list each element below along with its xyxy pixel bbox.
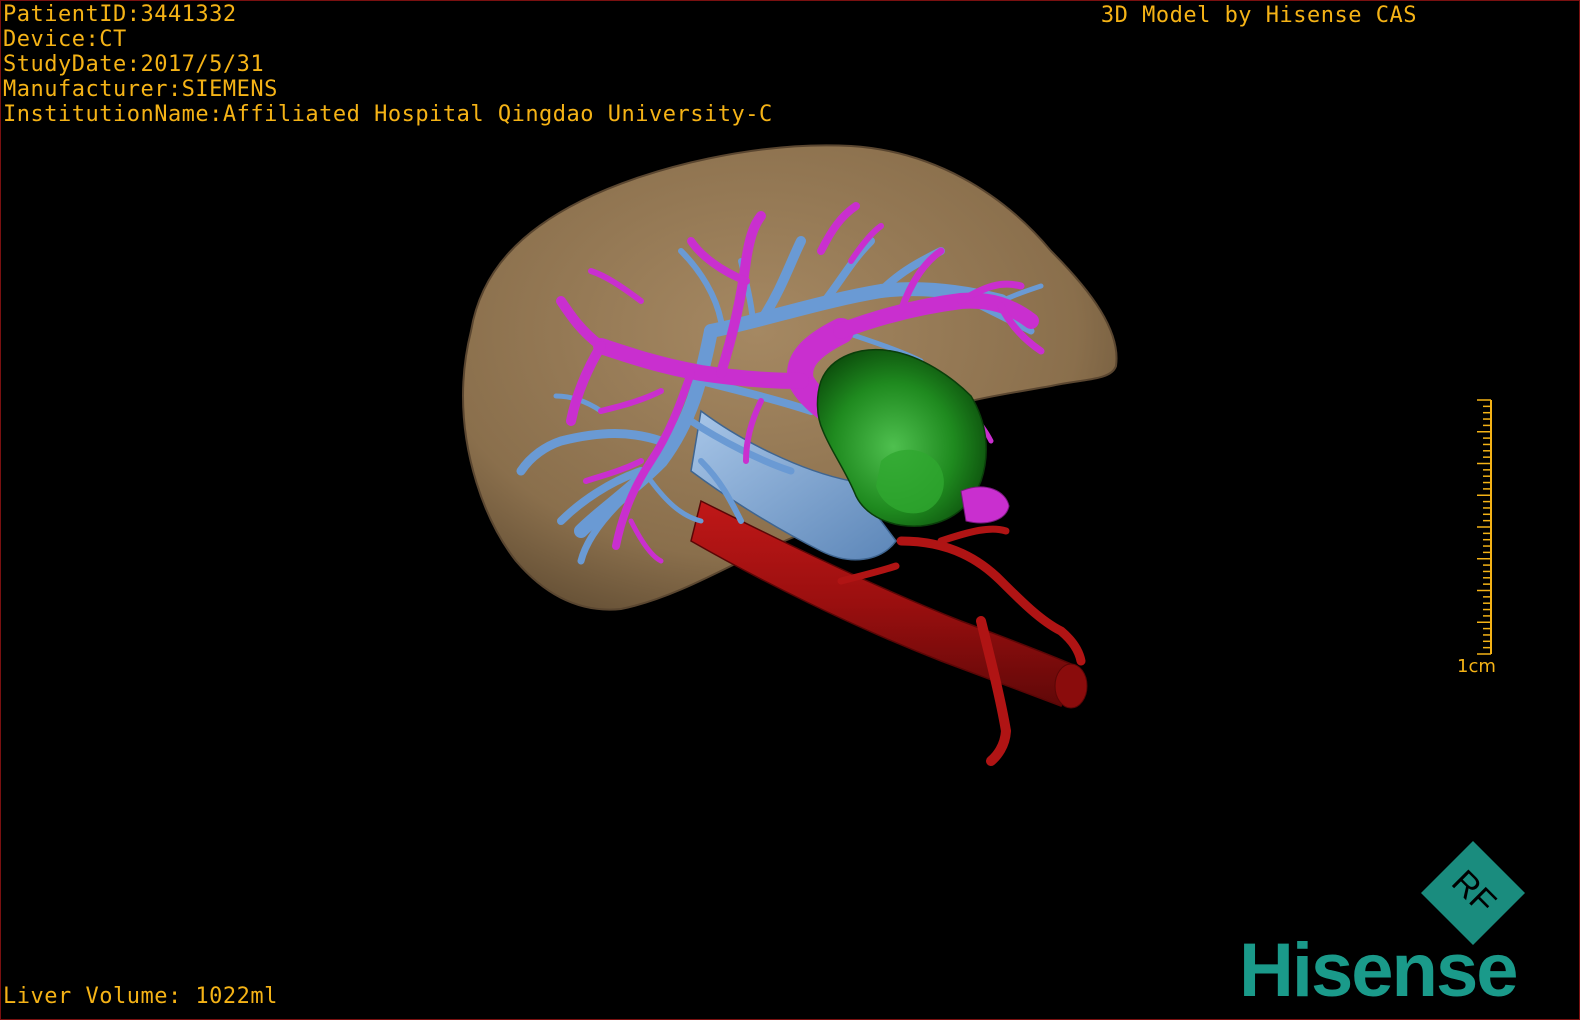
aorta-branch-3 xyxy=(937,525,1010,545)
model-credit: 3D Model by Hisense CAS xyxy=(1100,3,1417,28)
study-date: StudyDate:2017/5/31 xyxy=(3,52,265,77)
patient-info: PatientID:3441332 Device:CT StudyDate:20… xyxy=(1,2,773,127)
portal-vein-extension xyxy=(960,486,1010,524)
institution-name: InstitutionName:Affiliated Hospital Qing… xyxy=(3,102,773,127)
3d-viewport[interactable]: PatientID:3441332 Device:CT StudyDate:20… xyxy=(0,0,1580,1020)
manufacturer: Manufacturer:SIEMENS xyxy=(3,77,278,102)
aorta-end xyxy=(1054,663,1088,709)
liver-volume: Liver Volume: 1022ml xyxy=(3,984,278,1009)
patient-id: PatientID:3441332 xyxy=(3,2,237,27)
device: Device:CT xyxy=(3,27,127,52)
brand-logo: Hisense xyxy=(1239,928,1518,1013)
liver-3d-model[interactable] xyxy=(1,1,1580,1020)
scale-bar-label: 1cm xyxy=(1457,656,1496,677)
scale-bar xyxy=(1477,399,1492,655)
